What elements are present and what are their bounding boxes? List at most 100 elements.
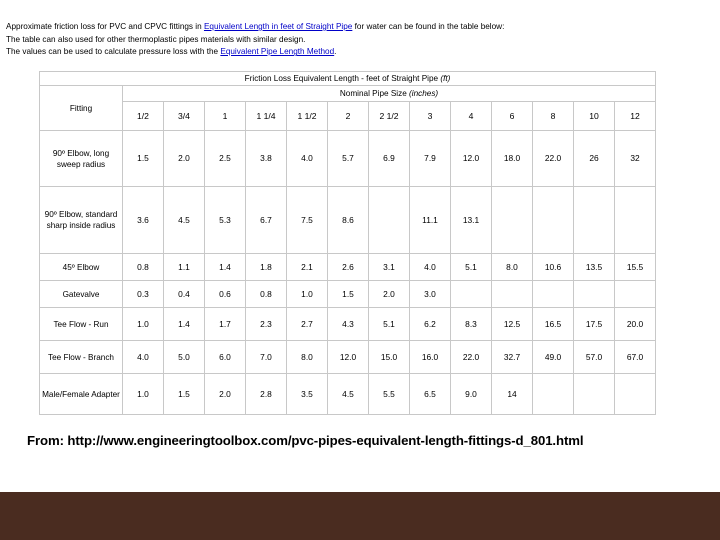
size-header-4: 1 1/2 <box>286 101 328 131</box>
cell-value: 6.9 <box>368 130 410 187</box>
cell-value: 0.6 <box>204 280 246 308</box>
cell-value: 1.1 <box>163 253 205 281</box>
row-label: Male/Female Adapter <box>39 373 123 415</box>
size-header-7: 3 <box>409 101 451 131</box>
cell-value: 4.5 <box>327 373 369 415</box>
cell-value: 0.4 <box>163 280 205 308</box>
size-header-12: 12 <box>613 101 657 131</box>
cell-value: 5.0 <box>163 340 205 374</box>
nominal-pipe-size-text: Nominal Pipe Size <box>339 89 410 99</box>
cell-value <box>573 373 615 415</box>
equivalent-pipe-length-method-link[interactable]: Equivalent Pipe Length Method <box>220 47 334 56</box>
cell-value: 15.0 <box>368 340 410 374</box>
size-header-1: 3/4 <box>163 101 205 131</box>
cell-value: 18.0 <box>491 130 533 187</box>
cell-value: 15.5 <box>613 253 657 281</box>
size-header-8: 4 <box>450 101 492 131</box>
cell-value <box>613 186 657 254</box>
intro-paragraph: Approximate friction loss for PVC and CP… <box>6 21 646 59</box>
cell-value: 3.5 <box>286 373 328 415</box>
nominal-pipe-size-header: Nominal Pipe Size (inches) <box>121 84 657 103</box>
row-label: 45º Elbow <box>39 253 123 281</box>
cell-value: 0.3 <box>122 280 164 308</box>
cell-value: 1.5 <box>163 373 205 415</box>
cell-value: 1.8 <box>245 253 287 281</box>
table-row: 90º Elbow, long sweep radius 1.5 2.0 2.5… <box>39 130 657 187</box>
cell-value: 8.0 <box>286 340 328 374</box>
cell-value: 1.5 <box>327 280 369 308</box>
cell-value: 22.0 <box>532 130 574 187</box>
table-size-header-row: 1/2 3/4 1 1 1/4 1 1/2 2 2 1/2 3 4 6 8 10… <box>40 101 657 131</box>
equivalent-length-link[interactable]: Equivalent Length in feet of Straight Pi… <box>204 22 352 31</box>
cell-value: 3.6 <box>122 186 164 254</box>
cell-value: 16.5 <box>532 307 574 341</box>
cell-value: 0.8 <box>245 280 287 308</box>
table-title-cell: Friction Loss Equivalent Length - feet o… <box>38 71 657 86</box>
slide-footer-bar <box>0 492 720 540</box>
cell-value <box>368 186 410 254</box>
cell-value: 13.1 <box>450 186 492 254</box>
size-header-9: 6 <box>491 101 533 131</box>
cell-value: 2.1 <box>286 253 328 281</box>
row-label: Tee Flow - Run <box>39 307 123 341</box>
cell-value: 7.0 <box>245 340 287 374</box>
cell-value <box>613 280 657 308</box>
cell-value: 1.0 <box>122 307 164 341</box>
cell-value <box>532 186 574 254</box>
cell-value: 5.3 <box>204 186 246 254</box>
cell-value: 2.6 <box>327 253 369 281</box>
cell-value: 6.0 <box>204 340 246 374</box>
cell-value: 1.4 <box>163 307 205 341</box>
cell-value: 14 <box>491 373 533 415</box>
row-label: 90º Elbow, standard sharp inside radius <box>39 186 123 254</box>
size-header-10: 8 <box>532 101 574 131</box>
row-label: Gatevalve <box>39 280 123 308</box>
cell-value: 2.7 <box>286 307 328 341</box>
cell-value: 13.5 <box>573 253 615 281</box>
cell-value: 5.1 <box>368 307 410 341</box>
cell-value: 2.8 <box>245 373 287 415</box>
cell-value: 12.5 <box>491 307 533 341</box>
cell-value <box>573 280 615 308</box>
friction-loss-table: Friction Loss Equivalent Length - feet o… <box>38 71 657 415</box>
cell-value: 7.9 <box>409 130 451 187</box>
table-band-sub-row: Fitting Nominal Pipe Size (inches) <box>39 84 657 131</box>
cell-value: 12.0 <box>327 340 369 374</box>
table-body: 90º Elbow, long sweep radius 1.5 2.0 2.5… <box>39 130 657 415</box>
cell-value: 6.2 <box>409 307 451 341</box>
size-header-0: 1/2 <box>122 101 164 131</box>
intro-line-3-text-before: The values can be used to calculate pres… <box>6 47 221 57</box>
cell-value: 5.1 <box>450 253 492 281</box>
row-label: Tee Flow - Branch <box>39 340 123 374</box>
cell-value: 8.3 <box>450 307 492 341</box>
cell-value: 10.6 <box>532 253 574 281</box>
cell-value: 4.0 <box>286 130 328 187</box>
cell-value: 0.8 <box>122 253 164 281</box>
table-row: 45º Elbow 0.8 1.1 1.4 1.8 2.1 2.6 3.1 4.… <box>39 253 657 281</box>
intro-line-1: Approximate friction loss for PVC and CP… <box>6 21 646 34</box>
cell-value: 4.5 <box>163 186 205 254</box>
cell-value: 3.8 <box>245 130 287 187</box>
cell-value <box>450 280 492 308</box>
cell-value: 1.0 <box>122 373 164 415</box>
cell-value: 2.3 <box>245 307 287 341</box>
cell-value: 9.0 <box>450 373 492 415</box>
cell-value: 3.1 <box>368 253 410 281</box>
row-label: 90º Elbow, long sweep radius <box>39 130 123 187</box>
size-header-5: 2 <box>327 101 369 131</box>
cell-value: 1.5 <box>122 130 164 187</box>
cell-value: 17.5 <box>573 307 615 341</box>
cell-value: 8.0 <box>491 253 533 281</box>
cell-value: 2.0 <box>368 280 410 308</box>
fitting-column-header: Fitting <box>39 85 123 131</box>
cell-value: 6.7 <box>245 186 287 254</box>
cell-value: 4.3 <box>327 307 369 341</box>
cell-value: 4.0 <box>122 340 164 374</box>
table-band-title-row: Friction Loss Equivalent Length - feet o… <box>38 71 657 86</box>
table-row: Gatevalve 0.3 0.4 0.6 0.8 1.0 1.5 2.0 3.… <box>39 280 657 308</box>
table-header: Friction Loss Equivalent Length - feet o… <box>38 71 657 131</box>
intro-line-3-text-after: . <box>334 47 337 57</box>
source-caption: From: http://www.engineeringtoolbox.com/… <box>27 433 584 448</box>
cell-value: 67.0 <box>613 340 657 374</box>
cell-value <box>491 280 533 308</box>
